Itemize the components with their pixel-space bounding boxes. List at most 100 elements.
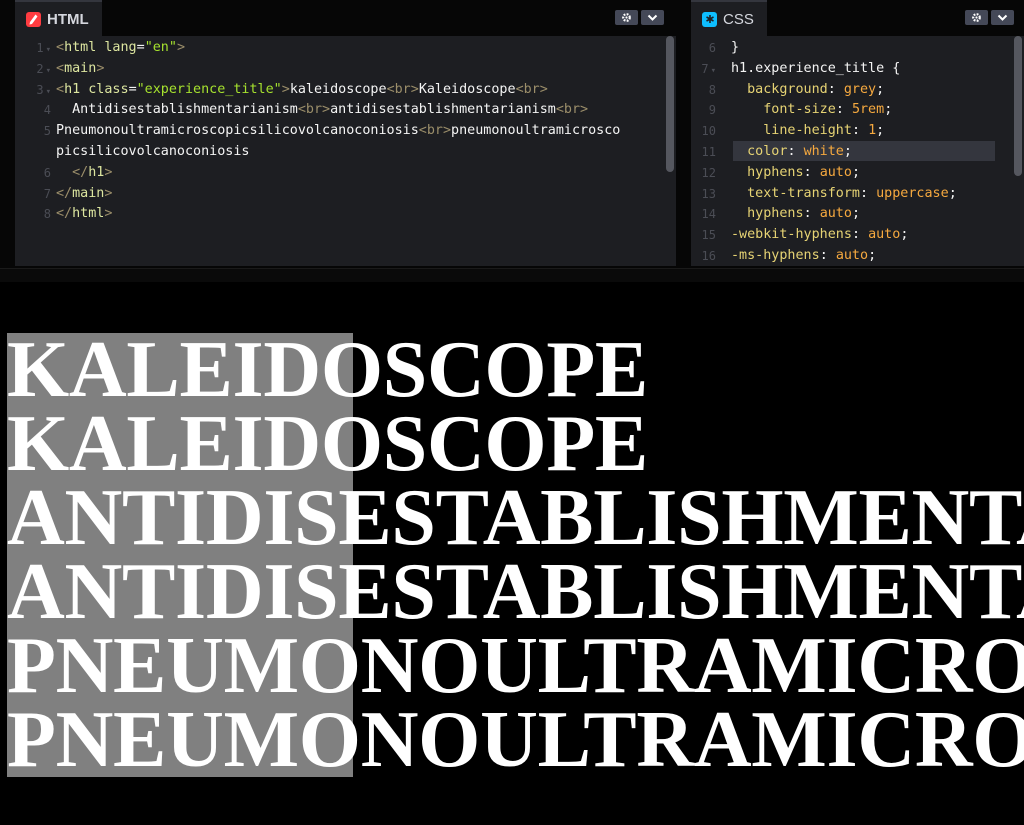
code-token: picsilicovolcanoconiosis <box>56 143 250 159</box>
fold-arrow-icon[interactable]: ▾ <box>46 45 51 55</box>
html-panel-buttons <box>615 10 664 25</box>
code-token: ; <box>851 164 860 180</box>
codepen-workspace: HTML 1 ▾ <html lang="en"> 2 ▾ <main> 3 ▾ <h1 cla… <box>0 0 1024 825</box>
code-token: > <box>104 206 113 222</box>
code-token: 1 <box>868 123 877 139</box>
fold-arrow-icon[interactable]: ▾ <box>46 66 51 76</box>
code-token: </ <box>56 206 73 222</box>
fold-arrow-icon[interactable]: ▾ <box>46 87 51 97</box>
code-text: hyphens: auto; <box>731 204 860 225</box>
gear-icon <box>622 13 631 22</box>
line-number: 16 <box>701 248 716 263</box>
code-token: : <box>851 227 869 243</box>
code-token: = <box>128 81 137 97</box>
code-text: h1.experience_title { <box>731 59 900 80</box>
code-token: <br> <box>555 102 589 118</box>
code-token: h1.experience_title <box>731 60 893 76</box>
code-line: 6 </h1> <box>15 163 676 184</box>
line-number: 7 <box>43 186 51 201</box>
code-token: : <box>803 206 820 222</box>
code-line: 3 ▾ <h1 class="experience_title">kaleidosc… <box>15 80 676 101</box>
html-collapse-button[interactable] <box>641 10 664 25</box>
heading-word: kaleidoscope <box>7 326 648 414</box>
code-text: -ms-hyphens: auto; <box>731 246 876 267</box>
code-token: : <box>803 164 820 180</box>
line-number: 14 <box>701 207 716 222</box>
heading-word: Antidisestablishmentarianism <box>7 474 1024 562</box>
code-token: class <box>88 81 129 97</box>
css-editor-scrollbar[interactable] <box>1014 36 1022 176</box>
code-line: 12 hyphens: auto; <box>691 163 1024 184</box>
code-line: 16 -ms-hyphens: auto; <box>691 246 1024 267</box>
code-text: background: grey; <box>731 80 884 101</box>
code-token: html <box>72 206 105 222</box>
html-tab[interactable]: HTML <box>15 0 102 36</box>
line-number: 1 ▾ <box>36 41 51 55</box>
code-line: 5 Pneumonoultramicroscopicsilicovolcanoco… <box>15 121 676 142</box>
code-token: <br> <box>418 123 452 139</box>
code-text: Antidisestablishmentarianism<br>antidise… <box>56 100 588 121</box>
html-editor-scrollbar[interactable] <box>666 36 674 172</box>
code-line: 2 ▾ <main> <box>15 59 676 80</box>
code-token: : <box>851 123 869 139</box>
code-token: : <box>860 185 877 201</box>
heading-word: pneumonoultramicroscopicsilicovolcanocon… <box>7 696 1024 784</box>
code-token: -webkit-hyphens <box>731 227 852 243</box>
line-number: 8 <box>43 207 51 222</box>
css-logo-icon <box>702 11 717 27</box>
line-number: 7 ▾ <box>701 61 716 76</box>
code-token: auto <box>868 227 901 243</box>
line-number: 10 <box>701 124 716 139</box>
css-code-editor[interactable]: 6} 7 ▾ h1.experience_title {8 background: g… <box>691 38 1024 266</box>
code-text: line-height: 1; <box>731 121 884 142</box>
code-text: -webkit-hyphens: auto; <box>731 225 908 246</box>
code-token: kaleidoscope <box>289 81 387 97</box>
code-text: color: white; <box>731 142 852 163</box>
heading-word: Pneumonoultramicroscopicsilicovolcanocon… <box>7 622 1024 710</box>
code-token: h1 <box>88 164 105 180</box>
code-line: 15 -webkit-hyphens: auto; <box>691 225 1024 246</box>
code-text: </h1> <box>56 163 112 184</box>
heading-word: Kaleidoscope <box>7 400 648 488</box>
code-token: antidisestablishmentarianism <box>330 102 556 118</box>
code-token: <br> <box>386 81 419 97</box>
code-line: 7 ▾ h1.experience_title { <box>691 59 1024 80</box>
code-token: Pneumonoultramicroscopicsilicovolcanocon… <box>56 123 419 139</box>
code-token: h1 <box>64 81 89 97</box>
result-preview: kaleidoscope Kaleidoscope Antidisestablish… <box>0 282 1024 825</box>
line-number: 12 <box>701 165 716 180</box>
code-line: picsilicovolcanoconiosis <box>15 142 676 163</box>
css-tab[interactable]: CSS <box>691 0 767 36</box>
code-token: text-transform <box>747 185 860 201</box>
code-token: "en" <box>144 40 177 55</box>
editor-area: HTML 1 ▾ <html lang="en"> 2 ▾ <main> 3 ▾ <h1 cla… <box>0 0 1024 268</box>
code-token: Kaleidoscope <box>418 81 516 97</box>
code-token: main <box>72 185 105 201</box>
resize-divider[interactable] <box>0 268 1024 283</box>
code-token: </ <box>72 164 89 180</box>
css-settings-button[interactable] <box>965 10 988 25</box>
heading-word: antidisestablishmentarianism <box>7 548 1024 636</box>
code-token: main <box>64 60 97 76</box>
code-line: 14 hyphens: auto; <box>691 204 1024 225</box>
css-panel-buttons <box>965 10 1014 25</box>
code-text: </main> <box>56 184 112 205</box>
code-token: : <box>835 102 852 118</box>
code-token: <br> <box>297 102 331 118</box>
code-line: 6} <box>691 38 1024 59</box>
code-token: ; <box>851 206 860 222</box>
code-text: <main> <box>56 59 104 80</box>
experience-title-heading: kaleidoscope Kaleidoscope Antidisestablish… <box>7 326 1024 784</box>
fold-arrow-icon[interactable]: ▾ <box>711 66 716 76</box>
code-text: <html lang="en"> <box>56 38 185 59</box>
code-token: white <box>803 143 844 159</box>
css-collapse-button[interactable] <box>991 10 1014 25</box>
html-code-editor[interactable]: 1 ▾ <html lang="en"> 2 ▾ <main> 3 ▾ <h1 class="e… <box>15 38 676 266</box>
code-token: ; <box>876 81 885 97</box>
html-settings-button[interactable] <box>615 10 638 25</box>
code-token: background <box>747 81 828 97</box>
line-number: 8 <box>708 82 716 97</box>
code-token: { <box>892 60 901 76</box>
code-line: 8 background: grey; <box>691 80 1024 101</box>
